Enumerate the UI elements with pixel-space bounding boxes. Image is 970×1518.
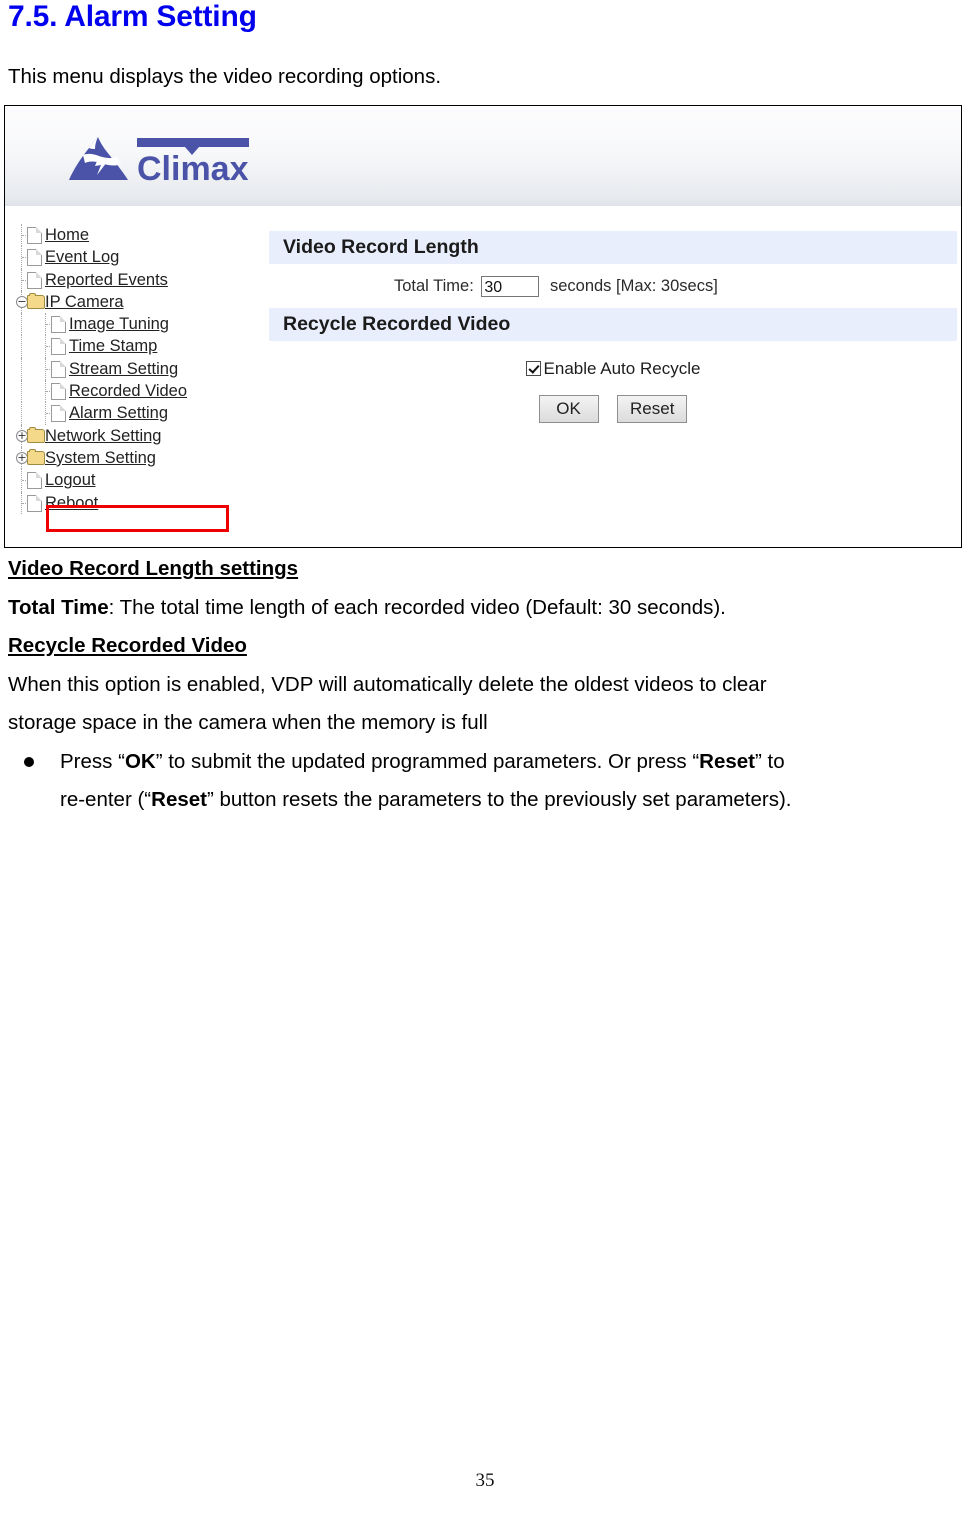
sidebar-tree: Home Event Log Reported Events − IP Came… bbox=[7, 224, 257, 514]
form-buttons: OK Reset bbox=[269, 379, 957, 423]
intro-paragraph: This menu displays the video recording o… bbox=[8, 65, 442, 88]
page-icon bbox=[27, 249, 42, 267]
subheading-video-record-length-settings: Video Record Length settings bbox=[8, 557, 299, 580]
section-header-video-record-length: Video Record Length bbox=[269, 231, 957, 264]
sidebar-item-label[interactable]: Image Tuning bbox=[69, 315, 169, 333]
sidebar-item-label[interactable]: Logout bbox=[45, 471, 95, 489]
reset-button[interactable]: Reset bbox=[617, 395, 688, 423]
recycle-paragraph-line-1: When this option is enabled, VDP will au… bbox=[8, 672, 767, 696]
sidebar-item-home[interactable]: Home bbox=[7, 224, 257, 247]
embedded-screenshot: Climax Home Event Log Reported Events − … bbox=[4, 105, 962, 548]
sidebar-item-label[interactable]: Time Stamp bbox=[69, 337, 157, 355]
sidebar-item-label[interactable]: Reported Events bbox=[45, 271, 168, 289]
sidebar-item-alarm-setting[interactable]: Alarm Setting bbox=[7, 402, 257, 425]
sidebar-item-stream-setting[interactable]: Stream Setting bbox=[7, 357, 257, 381]
tree-rail bbox=[21, 380, 23, 403]
page-icon bbox=[27, 227, 42, 244]
manual-page: 7.5. Alarm Setting This menu displays th… bbox=[0, 0, 970, 1518]
bullet-ok-term: OK bbox=[124, 749, 156, 773]
enable-auto-recycle-label: Enable Auto Recycle bbox=[543, 359, 701, 378]
tree-rail bbox=[21, 313, 23, 336]
climax-logo: Climax bbox=[69, 137, 249, 188]
sidebar-item-reboot[interactable]: Reboot bbox=[7, 491, 257, 514]
total-time-definition: : The total time length of each recorded… bbox=[108, 595, 726, 619]
sidebar-item-image-tuning[interactable]: Image Tuning bbox=[7, 313, 257, 336]
page-title: 7.5. Alarm Setting bbox=[8, 0, 257, 33]
sidebar-item-label[interactable]: IP Camera bbox=[45, 293, 124, 311]
total-time-suffix: seconds [Max: 30secs] bbox=[549, 277, 718, 295]
bullet-seg-5: ” to bbox=[755, 749, 785, 773]
page-icon bbox=[27, 472, 42, 490]
bullet-seg-8: ” button resets the parameters to the pr… bbox=[206, 788, 792, 811]
subheading-recycle-recorded-video: Recycle Recorded Video bbox=[8, 634, 247, 657]
bullet-line-2: re-enter (“Reset” button resets the para… bbox=[60, 781, 958, 820]
sidebar-item-event-log[interactable]: Event Log bbox=[7, 246, 257, 269]
page-icon bbox=[51, 316, 66, 334]
folder-icon bbox=[27, 426, 45, 443]
total-time-term: Total Time bbox=[8, 595, 109, 619]
total-time-row: Total Time: 30 seconds [Max: 30secs] bbox=[269, 264, 957, 308]
sidebar-item-network-setting[interactable]: + Network Setting bbox=[7, 424, 257, 447]
section-header-recycle-recorded-video: Recycle Recorded Video bbox=[269, 308, 957, 341]
enable-auto-recycle-row[interactable]: Enable Auto Recycle bbox=[269, 341, 957, 379]
page-icon bbox=[27, 494, 42, 512]
sidebar-item-label[interactable]: System Setting bbox=[45, 449, 156, 467]
tree-rail bbox=[21, 402, 23, 425]
bullet-line-1: Press “OK” to submit the updated program… bbox=[60, 750, 785, 773]
sidebar-item-label[interactable]: Network Setting bbox=[45, 427, 161, 445]
settings-panel: Video Record Length Total Time: 30 secon… bbox=[269, 231, 957, 423]
bullet-reset-term: Reset bbox=[699, 749, 756, 773]
sidebar-item-label[interactable]: Stream Setting bbox=[69, 360, 178, 378]
body-copy: Video Record Length settings Total Time:… bbox=[8, 550, 958, 820]
recycle-paragraph-line-2: storage space in the camera when the mem… bbox=[8, 711, 488, 734]
page-icon bbox=[51, 405, 66, 423]
bullet-seg-6: re-enter (“ bbox=[60, 788, 152, 811]
bullet-seg-1: Press “ bbox=[60, 749, 125, 773]
sidebar-item-label[interactable]: Reboot bbox=[45, 494, 98, 512]
tree-rail bbox=[21, 335, 23, 358]
page-number: 35 bbox=[475, 1470, 495, 1491]
folder-icon bbox=[27, 448, 45, 465]
sidebar-item-label[interactable]: Recorded Video bbox=[69, 382, 187, 400]
sidebar-item-recorded-video[interactable]: Recorded Video bbox=[7, 380, 257, 403]
sidebar-item-label[interactable]: Event Log bbox=[45, 248, 119, 266]
sidebar-item-time-stamp[interactable]: Time Stamp bbox=[7, 335, 257, 358]
page-icon bbox=[51, 383, 66, 401]
sidebar-item-logout[interactable]: Logout bbox=[7, 469, 257, 492]
sidebar-item-reported-events[interactable]: Reported Events bbox=[7, 268, 257, 291]
bullet-seg-3: ” to submit the updated programmed param… bbox=[155, 749, 700, 773]
ok-button[interactable]: OK bbox=[538, 395, 599, 423]
sidebar-item-label[interactable]: Home bbox=[45, 226, 89, 244]
sidebar-item-ip-camera[interactable]: − IP Camera bbox=[7, 290, 257, 314]
page-icon bbox=[27, 271, 42, 289]
total-time-label: Total Time: bbox=[394, 277, 474, 295]
total-time-input[interactable]: 30 bbox=[481, 276, 540, 298]
bullet-point-icon bbox=[24, 756, 34, 767]
sidebar-item-system-setting[interactable]: + System Setting bbox=[7, 446, 257, 470]
app-header-band: Climax bbox=[5, 106, 961, 207]
page-icon bbox=[51, 360, 66, 378]
page-icon bbox=[51, 338, 66, 356]
sidebar-item-label[interactable]: Alarm Setting bbox=[69, 404, 168, 422]
bullet-reset-term-2: Reset bbox=[151, 788, 207, 811]
folder-open-icon bbox=[27, 292, 45, 309]
enable-auto-recycle-checkbox[interactable] bbox=[525, 361, 541, 376]
total-time-description: Total Time: The total time length of eac… bbox=[8, 589, 958, 628]
tree-rail bbox=[21, 357, 23, 381]
svg-text:Climax: Climax bbox=[137, 150, 249, 188]
bullet-ok-reset: Press “OK” to submit the updated program… bbox=[8, 743, 958, 820]
